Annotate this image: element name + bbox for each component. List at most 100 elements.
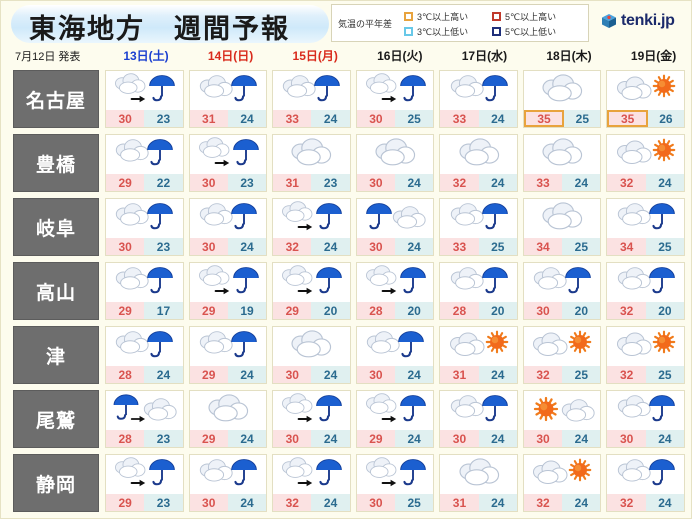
cloud-then-rain-icon: [190, 135, 267, 174]
forecast-cell[interactable]: 29 24: [355, 390, 435, 448]
forecast-cell[interactable]: 30 24: [188, 454, 268, 512]
forecast-cell[interactable]: 29 22: [105, 134, 184, 192]
forecast-cell[interactable]: 29 20: [272, 262, 351, 320]
temperature-pair: 32 24: [607, 174, 685, 191]
temperature-pair: 30 24: [356, 238, 434, 255]
temperature-pair: 30 23: [106, 110, 183, 127]
date-header-7: 19日(金): [630, 49, 677, 63]
forecast-cell[interactable]: 34 25: [606, 198, 686, 256]
forecast-cell[interactable]: 30 24: [355, 198, 435, 256]
forecast-cell[interactable]: 32 24: [522, 454, 602, 512]
temperature-pair: 29 22: [106, 174, 183, 191]
max-temperature: 28: [106, 366, 145, 383]
forecast-cell[interactable]: 33 24: [522, 134, 602, 192]
legend-items: 3℃以上高い 5℃以上高い 3℃以上低い 5℃以上低い: [404, 9, 580, 39]
max-temperature: 32: [523, 366, 563, 383]
temperature-pair: 30 24: [273, 366, 350, 383]
max-temperature: 30: [189, 174, 228, 191]
forecast-cell[interactable]: 32 20: [606, 262, 686, 320]
forecast-cell[interactable]: 32 24: [439, 134, 518, 192]
max-temperature: 30: [189, 494, 228, 511]
forecast-cell[interactable]: 30 23: [188, 134, 268, 192]
forecast-cell[interactable]: 30 23: [105, 70, 184, 128]
day-cells: 30 23 31 24 33 24 30 25 33 24 35 25 35 2…: [105, 67, 686, 131]
forecast-cell[interactable]: 32 24: [272, 198, 351, 256]
forecast-cell[interactable]: 35 26: [606, 70, 686, 128]
forecast-cell[interactable]: 29 24: [188, 390, 268, 448]
forecast-cell[interactable]: 29 19: [188, 262, 268, 320]
forecast-cell[interactable]: 29 23: [105, 454, 184, 512]
min-temperature: 24: [478, 110, 517, 127]
forecast-cell[interactable]: 31 24: [439, 454, 518, 512]
temperature-pair: 34 25: [607, 238, 685, 255]
forecast-cell[interactable]: 32 24: [606, 454, 686, 512]
forecast-cell[interactable]: 31 24: [439, 326, 518, 384]
min-temperature: 24: [645, 494, 685, 511]
forecast-cell[interactable]: 28 20: [355, 262, 435, 320]
date-header-1: 13日(土): [123, 49, 169, 63]
forecast-cell[interactable]: 33 24: [439, 70, 518, 128]
forecast-cell[interactable]: 30 24: [355, 326, 435, 384]
max-temperature: 29: [189, 366, 228, 383]
forecast-cell[interactable]: 30 24: [188, 198, 268, 256]
min-temperature: 23: [144, 430, 183, 447]
forecast-cell[interactable]: 31 23: [272, 134, 351, 192]
forecast-cell[interactable]: 28 23: [105, 390, 184, 448]
forecast-cell[interactable]: 33 25: [439, 198, 518, 256]
min-temperature: 26: [647, 110, 685, 127]
min-temperature: 24: [478, 494, 517, 511]
temperature-pair: 30 24: [607, 430, 685, 447]
forecast-cell[interactable]: 30 24: [272, 390, 351, 448]
forecast-cell[interactable]: 28 20: [439, 262, 518, 320]
forecast-cell[interactable]: 30 23: [105, 198, 184, 256]
temperature-pair: 28 24: [106, 366, 183, 383]
forecast-cell[interactable]: 30 24: [439, 390, 518, 448]
cloud-rain-icon: [607, 391, 684, 430]
min-temperature: 23: [144, 494, 183, 511]
min-temperature: 24: [562, 494, 601, 511]
max-temperature: 32: [273, 238, 312, 255]
temperature-pair: 32 25: [523, 366, 601, 383]
forecast-cell[interactable]: 30 24: [606, 390, 686, 448]
cloud-icon: [357, 135, 434, 174]
forecast-cell[interactable]: 29 24: [188, 326, 268, 384]
forecast-cell[interactable]: 31 24: [188, 70, 268, 128]
forecast-cell[interactable]: 30 24: [272, 326, 351, 384]
forecast-cell[interactable]: 29 17: [105, 262, 184, 320]
forecast-cell[interactable]: 28 24: [105, 326, 184, 384]
max-temperature: 28: [356, 302, 396, 319]
forecast-cell[interactable]: 30 25: [355, 70, 435, 128]
forecast-cell[interactable]: 32 25: [522, 326, 602, 384]
forecast-cell[interactable]: 34 25: [522, 198, 602, 256]
temperature-pair: 29 19: [189, 302, 267, 319]
table-row: 高山 29 17 29 19 29 20 28 20 28 20 30 20 3…: [1, 259, 691, 323]
min-temperature: 24: [645, 430, 685, 447]
max-temperature: 32: [607, 366, 646, 383]
forecast-cell[interactable]: 30 24: [355, 134, 435, 192]
rain-cloud-icon: [357, 199, 434, 238]
temperature-pair: 31 23: [273, 174, 350, 191]
forecast-cell[interactable]: 30 20: [522, 262, 602, 320]
max-temperature: 31: [189, 110, 228, 127]
forecast-cell[interactable]: 32 25: [606, 326, 686, 384]
forecast-cell[interactable]: 33 24: [272, 70, 351, 128]
forecast-cell[interactable]: 30 24: [522, 390, 602, 448]
cloud-rain-icon: [106, 135, 183, 174]
legend-item: 5℃以上高い: [492, 10, 580, 23]
cloud-sun-icon: [607, 135, 684, 174]
min-temperature: 25: [645, 238, 685, 255]
temperature-pair: 33 24: [523, 174, 601, 191]
temperature-pair: 29 20: [273, 302, 350, 319]
forecast-cell[interactable]: 32 24: [272, 454, 351, 512]
tenki-jp-logo[interactable]: tenki.jp: [601, 12, 675, 30]
min-temperature: 23: [144, 110, 183, 127]
min-temperature: 25: [564, 110, 601, 127]
forecast-cell[interactable]: 35 25: [522, 70, 602, 128]
temperature-pair: 30 23: [106, 238, 183, 255]
forecast-cell[interactable]: 30 25: [355, 454, 435, 512]
min-temperature: 24: [144, 366, 183, 383]
min-temperature: 24: [227, 430, 267, 447]
forecast-cell[interactable]: 32 24: [606, 134, 686, 192]
max-temperature: 29: [189, 302, 228, 319]
min-temperature: 19: [227, 302, 267, 319]
